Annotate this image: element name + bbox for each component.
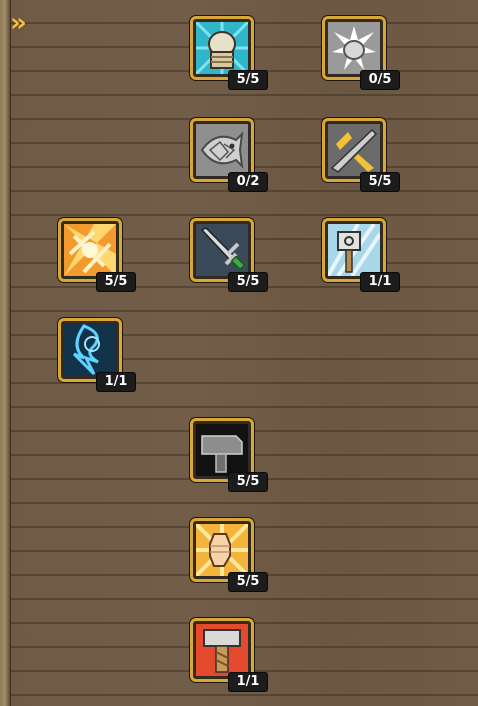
- skill-level-badge: 5/5: [360, 172, 400, 192]
- skill-level-badge: 0/5: [360, 70, 400, 90]
- skill-node-green-sword[interactable]: 5/5: [190, 218, 268, 292]
- skill-level-badge: 5/5: [228, 572, 268, 592]
- skill-level-badge: 5/5: [96, 272, 136, 292]
- collapse-arrow-icon[interactable]: »: [10, 10, 38, 36]
- skill-level-badge: 1/1: [96, 372, 136, 392]
- skill-level-badge: 1/1: [228, 672, 268, 692]
- skill-level-badge: 5/5: [228, 272, 268, 292]
- skill-node-flame-burst[interactable]: 5/5: [58, 218, 136, 292]
- skill-node-ice-hammer[interactable]: 1/1: [322, 218, 400, 292]
- skill-node-shatter[interactable]: 0/5: [322, 16, 400, 90]
- skill-node-power-fist[interactable]: 5/5: [190, 518, 268, 592]
- skill-node-war-hammer[interactable]: 1/1: [190, 618, 268, 692]
- skill-node-stone-fish[interactable]: 0/2: [190, 118, 268, 192]
- skill-level-badge: 0/2: [228, 172, 268, 192]
- skill-node-fist-chain[interactable]: 5/5: [190, 16, 268, 90]
- skill-level-badge: 1/1: [360, 272, 400, 292]
- skill-tree-board: » 5/5 0/5 0/2 5/5 5/5 5/5 1/1 1/1 5/5 5/…: [0, 0, 478, 706]
- skill-node-lightning[interactable]: 1/1: [58, 318, 136, 392]
- skill-node-sword-slash[interactable]: 5/5: [322, 118, 400, 192]
- skill-level-badge: 5/5: [228, 472, 268, 492]
- left-rail: [0, 0, 11, 706]
- skill-node-iron-hammer[interactable]: 5/5: [190, 418, 268, 492]
- skill-level-badge: 5/5: [228, 70, 268, 90]
